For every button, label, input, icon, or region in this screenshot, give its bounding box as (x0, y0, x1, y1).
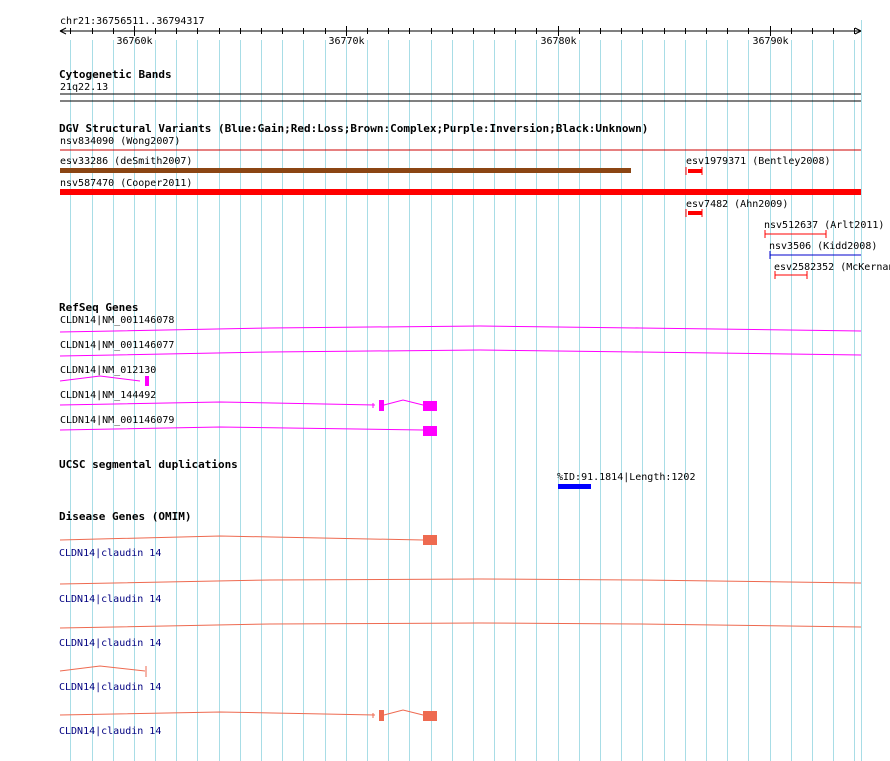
refseq-exon (145, 376, 149, 386)
omim-gene-label: CLDN14|claudin 14 (59, 682, 161, 693)
omim-gene-label: CLDN14|claudin 14 (59, 638, 161, 649)
ruler-tick-label: 36790k (752, 36, 788, 47)
ruler-tick-label: 36760k (116, 36, 152, 47)
refseq-intron (59, 325, 862, 333)
dgv-feature-bar (688, 169, 702, 173)
omim-exon (379, 710, 384, 721)
ruler-region: chr21:36756511..36794317 (60, 16, 205, 27)
track-title-cytoband: Cytogenetic Bands (59, 68, 172, 81)
refseq-gene[interactable]: CLDN14|NM_001146079 (59, 415, 437, 436)
omim-gene[interactable]: CLDN14|claudin 14 (59, 665, 161, 693)
track-title-segdup: UCSC segmental duplications (59, 458, 238, 471)
refseq-gene-label: CLDN14|NM_001146079 (60, 415, 174, 426)
omim-gene[interactable]: CLDN14|claudin 14 (59, 578, 862, 605)
refseq-intron (59, 401, 376, 406)
refseq-gene-label: CLDN14|NM_001146077 (60, 340, 174, 351)
segdup-feature-bar (558, 484, 591, 489)
omim-intron (59, 711, 376, 716)
dgv-feature-label: esv7482 (Ahn2009) (686, 199, 788, 210)
refseq-gene[interactable]: CLDN14|NM_144492 (59, 390, 437, 411)
track-title-refseq: RefSeq Genes (59, 301, 138, 314)
omim-gene-label: CLDN14|claudin 14 (59, 594, 161, 605)
omim-exon (423, 535, 437, 545)
dgv-feature-label: esv2582352 (McKernan (774, 262, 890, 273)
refseq-exon (379, 400, 384, 411)
segdup-feature-label: %ID:91.1814|Length:1202 (557, 472, 695, 483)
track-refseq-genes: RefSeq Genes CLDN14|NM_001146078 CLDN14|… (59, 301, 862, 436)
track-title-dgv: DGV Structural Variants (Blue:Gain;Red:L… (59, 122, 648, 135)
dgv-feature-label: esv1979371 (Bentley2008) (686, 156, 831, 167)
omim-gene-label: CLDN14|claudin 14 (59, 726, 161, 737)
dgv-feature-label: nsv587470 (Cooper2011) (60, 178, 192, 189)
track-title-omim: Disease Genes (OMIM) (59, 510, 191, 523)
dgv-feature[interactable]: esv1979371 (Bentley2008) (685, 156, 831, 175)
cytoband-label: 21q22.13 (60, 82, 108, 93)
dgv-feature-label: nsv834090 (Wong2007) (60, 136, 180, 147)
dgv-feature-label: nsv3506 (Kidd2008) (769, 241, 877, 252)
refseq-intron (59, 375, 141, 382)
refseq-gene[interactable]: CLDN14|NM_001146077 (59, 340, 862, 357)
refseq-intron (59, 426, 424, 431)
refseq-gene-label: CLDN14|NM_001146078 (60, 315, 174, 326)
omim-intron (59, 578, 862, 585)
track-cytogenetic-bands: Cytogenetic Bands 21q22.13 (59, 68, 861, 102)
dgv-feature[interactable]: nsv587470 (Cooper2011) (60, 178, 861, 195)
genome-browser-panel: chr21:36756511..36794317 36760k 36770k 367… (59, 16, 890, 761)
refseq-intron (59, 349, 862, 357)
refseq-gene[interactable]: CLDN14|NM_001146078 (59, 315, 862, 333)
omim-gene[interactable]: CLDN14|claudin 14 (59, 622, 862, 649)
ruler-tick-label: 36780k (540, 36, 576, 47)
dgv-feature[interactable]: esv33286 (deSmith2007) (60, 156, 631, 173)
dgv-feature[interactable]: nsv834090 (Wong2007) (60, 136, 861, 151)
omim-gene-label: CLDN14|claudin 14 (59, 548, 161, 559)
omim-intron (59, 535, 424, 541)
refseq-intron (383, 399, 424, 406)
refseq-exon (423, 401, 437, 411)
dgv-feature-label: esv33286 (deSmith2007) (60, 156, 192, 167)
refseq-gene-label: CLDN14|NM_012130 (60, 365, 156, 376)
segdup-feature[interactable]: %ID:91.1814|Length:1202 (557, 472, 695, 489)
omim-intron (59, 622, 862, 629)
ruler: chr21:36756511..36794317 36760k 36770k 367… (59, 16, 862, 47)
dgv-feature-label: nsv512637 (Arlt2011) (764, 220, 884, 231)
dgv-feature-bar (60, 168, 631, 173)
refseq-gene[interactable]: CLDN14|NM_012130 (59, 365, 156, 386)
dgv-feature-bar (688, 211, 702, 215)
track-disease-genes-omim: Disease Genes (OMIM) CLDN14|claudin 14 C… (59, 510, 862, 737)
track-dgv-structural-variants: DGV Structural Variants (Blue:Gain;Red:L… (59, 122, 890, 279)
dgv-feature[interactable]: nsv512637 (Arlt2011) (764, 220, 884, 238)
dgv-feature[interactable]: esv7482 (Ahn2009) (685, 199, 788, 217)
dgv-feature-bar (60, 189, 861, 195)
refseq-exon (423, 426, 437, 436)
refseq-gene-label: CLDN14|NM_144492 (60, 390, 156, 401)
omim-intron (59, 665, 146, 672)
omim-exon (423, 711, 437, 721)
omim-gene[interactable]: CLDN14|claudin 14 (59, 535, 437, 559)
omim-gene[interactable]: CLDN14|claudin 14 (59, 709, 437, 737)
omim-intron (383, 709, 424, 716)
ruler-tick-label: 36770k (328, 36, 364, 47)
